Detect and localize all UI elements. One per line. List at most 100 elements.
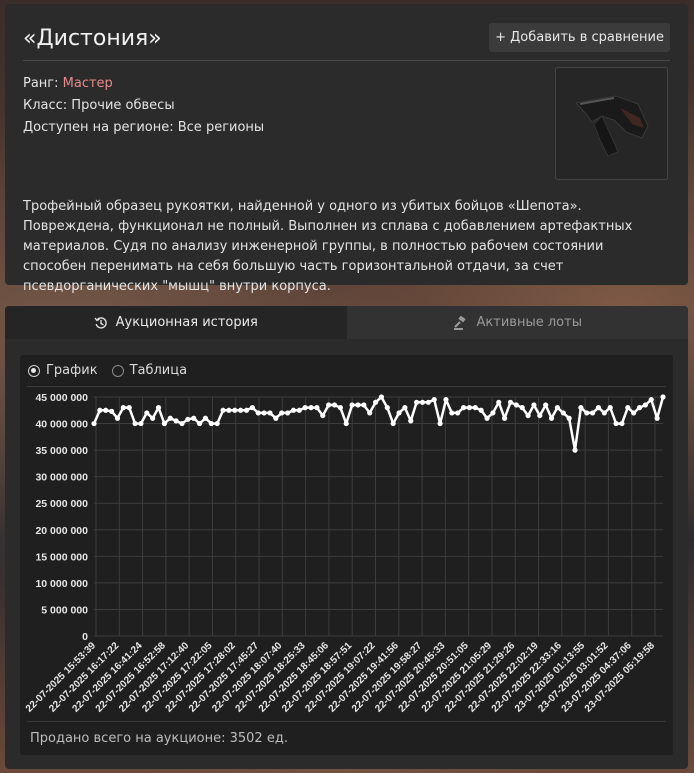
rank-label: Ранг: [23, 76, 59, 91]
y-tick-label: 15 000 000 [35, 551, 88, 563]
divider [27, 386, 666, 387]
data-point [484, 415, 490, 421]
tab-active-lots-label: Активные лоты [476, 315, 582, 330]
data-point [132, 420, 138, 427]
y-tick-label: 45 000 000 [35, 392, 88, 404]
data-point [255, 410, 261, 416]
gavel-icon [453, 315, 466, 330]
view-table-radio[interactable]: Таблица [111, 363, 188, 378]
data-point [308, 405, 314, 411]
data-point [150, 415, 156, 421]
data-point [502, 415, 508, 421]
data-point [425, 399, 431, 405]
data-point [337, 405, 343, 411]
data-point [126, 405, 132, 411]
history-icon [94, 316, 107, 329]
price-chart: 0 5 000 000 10 000 000 15 000 000 20 000 000… [24, 392, 666, 715]
y-tick-label: 20 000 000 [35, 525, 88, 537]
data-point [537, 412, 543, 419]
data-point [572, 447, 578, 453]
view-chart-label: График [46, 363, 98, 378]
data-point [455, 410, 461, 416]
view-table-label: Таблица [129, 363, 188, 378]
data-point [648, 397, 654, 403]
data-point [419, 399, 426, 405]
data-point [478, 407, 484, 413]
data-point [173, 418, 179, 424]
divider [23, 60, 670, 61]
data-point [191, 415, 197, 421]
data-point [408, 418, 414, 424]
data-point [320, 412, 326, 419]
y-tick-label: 0 [82, 631, 88, 643]
data-point [243, 407, 250, 413]
data-point [660, 394, 666, 400]
data-point [625, 405, 631, 411]
data-point [273, 415, 279, 421]
data-point [208, 420, 214, 427]
data-point [349, 402, 355, 408]
y-tick-label: 5 000 000 [41, 604, 88, 616]
class-line: Класс: Прочие обвесы [23, 98, 175, 113]
data-point [554, 405, 561, 411]
data-point [384, 405, 390, 411]
data-point [449, 410, 455, 416]
item-card: «Дистония» + Добавить в сравнение Ранг: … [5, 4, 688, 294]
data-point [543, 402, 549, 408]
data-point [531, 402, 537, 408]
data-point [179, 420, 185, 427]
data-point [214, 420, 220, 427]
data-point [443, 397, 449, 403]
data-point [302, 405, 308, 411]
data-point [279, 410, 285, 416]
y-tick-label: 35 000 000 [35, 445, 88, 457]
data-point [284, 410, 291, 416]
data-point [290, 407, 297, 413]
y-tick-label: 30 000 000 [35, 472, 88, 484]
data-point [654, 415, 660, 421]
data-point [566, 415, 572, 421]
radio-selected-icon [28, 364, 40, 377]
data-point [396, 410, 402, 416]
item-info: Ранг: Мастер Класс: Прочие обвесы Доступ… [23, 73, 264, 139]
data-point [326, 402, 332, 408]
data-point [613, 420, 619, 427]
data-point [261, 410, 267, 416]
tab-active-lots[interactable]: Активные лоты [346, 306, 688, 339]
data-point [331, 402, 338, 408]
data-point [114, 415, 121, 421]
data-point [601, 410, 607, 416]
data-point [144, 410, 150, 416]
rank-value: Мастер [62, 76, 113, 91]
view-chart-radio[interactable]: График [28, 363, 98, 378]
tab-auction-history-label: Аукционная история [115, 315, 258, 330]
history-content: График Таблица 0 5 000 000 10 000 000 15 00… [20, 355, 673, 755]
data-point [267, 410, 273, 416]
data-point [196, 420, 203, 427]
auction-panel: Аукционная история Активные лоты График … [5, 306, 688, 769]
data-point [161, 420, 167, 427]
data-point [355, 402, 361, 408]
y-tick-label: 10 000 000 [35, 578, 88, 590]
data-point [232, 407, 238, 413]
data-point [519, 405, 525, 411]
region-line: Доступен на регионе: Все регионы [23, 120, 265, 135]
divider [27, 721, 666, 722]
item-title: «Дистония» [23, 26, 162, 51]
data-point [91, 420, 97, 427]
data-point [238, 407, 244, 413]
data-point [138, 420, 144, 427]
item-description: Трофейный образец рукоятки, найденной у … [23, 199, 633, 294]
data-point [578, 405, 584, 411]
add-to-compare-button[interactable]: + Добавить в сравнение [489, 23, 670, 52]
data-point [185, 416, 191, 422]
data-point [584, 410, 590, 416]
data-point [390, 420, 396, 427]
total-sold-text: Продано всего на аукционе: 3502 ед. [30, 731, 288, 746]
data-point [642, 402, 649, 408]
grip-icon [575, 95, 649, 157]
tab-bar: Аукционная история Активные лоты [5, 306, 688, 339]
y-tick-label: 40 000 000 [35, 419, 88, 431]
data-point [414, 399, 420, 405]
tab-auction-history[interactable]: Аукционная история [5, 306, 347, 339]
